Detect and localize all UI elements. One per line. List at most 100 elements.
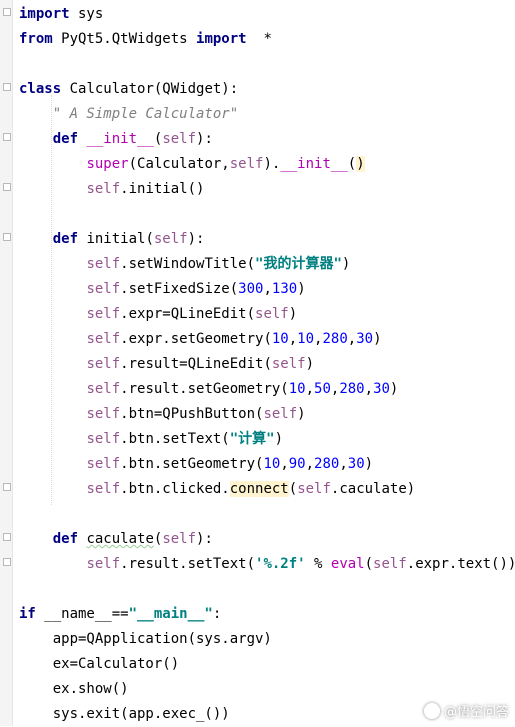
code-line[interactable]: if __name__=="__main__": [19,602,515,627]
code-line[interactable]: from PyQt5.QtWidgets import * [19,27,515,52]
code-token: 30 [356,331,374,347]
code-token: "我的计算器" [255,256,342,272]
code-token: .expr.setGeometry( [120,331,272,347]
code-line[interactable]: self.expr=QLineEdit(self) [19,302,515,327]
code-line[interactable] [19,502,515,527]
code-line[interactable]: self.result=QLineEdit(self) [19,352,515,377]
code-line[interactable]: self.btn=QPushButton(self) [19,402,515,427]
code-token: , [364,381,374,397]
code-token: import [196,31,247,47]
code-token: 30 [347,456,365,472]
code-token: self [373,556,407,572]
code-token: PyQt5.QtWidgets [52,31,197,47]
code-token: 10 [288,381,306,397]
code-token: self [86,556,121,572]
code-line[interactable] [19,577,515,602]
code-line[interactable]: self.result.setGeometry(10,50,280,30) [19,377,515,402]
code-token: "__main__" [128,606,213,622]
code-token: __init__ [86,131,154,147]
code-line[interactable]: self.result.setText('%.2f' % eval(self.e… [19,552,515,577]
code-line[interactable]: super(Calculator,self).__init__() [19,152,515,177]
code-editor[interactable]: import sys from PyQt5.QtWidgets import * c… [19,2,515,727]
code-token: ( [347,156,357,172]
code-token: " A Simple Calculator" [52,106,239,122]
code-line[interactable]: self.setFixedSize(300,130) [19,277,515,302]
code-token: 10 [271,331,289,347]
code-line[interactable]: def caculate(self): [19,527,515,552]
code-token: .setFixedSize( [120,281,239,297]
code-line[interactable]: class Calculator(QWidget): [19,77,515,102]
code-line[interactable]: self.initial() [19,177,515,202]
code-token: , [347,331,357,347]
code-token: self [86,406,121,422]
code-line[interactable]: self.btn.clicked.connect(self.caculate) [19,477,515,502]
watermark: @悟空问答 [423,701,509,720]
code-token: ) [341,256,351,272]
code-token: ) [305,356,315,372]
code-token: ) [356,156,365,172]
code-token: 90 [288,456,306,472]
code-token: self [297,481,331,497]
code-line[interactable]: ex=Calculator() [19,652,515,677]
fold-marker-icon[interactable] [3,558,11,566]
fold-marker-icon[interactable] [3,533,11,541]
fold-marker-icon[interactable] [3,233,11,241]
code-token: def [52,231,79,247]
code-line[interactable]: " A Simple Calculator" [19,102,515,127]
code-line[interactable]: self.btn.setText("计算") [19,427,515,452]
code-token: self [86,256,121,272]
fold-marker-icon[interactable] [3,183,11,191]
code-token: 280 [314,456,340,472]
code-token: class [19,81,62,97]
fold-marker-icon[interactable] [3,83,11,91]
code-token: self [153,231,188,247]
code-token: '%.2f' [255,556,306,572]
code-token: ). [263,156,281,172]
code-token: self [86,356,121,372]
code-line[interactable]: ex.show() [19,677,515,702]
code-token: 10 [263,456,281,472]
code-line[interactable] [19,52,515,77]
code-token: self [162,131,197,147]
code-token: self [86,306,121,322]
code-token: .btn.setGeometry( [120,456,264,472]
code-token: ) [364,456,374,472]
editor-gutter [0,0,13,726]
code-token: self [86,381,121,397]
fold-marker-icon[interactable] [3,8,11,16]
code-token: .btn=QPushButton( [120,406,264,422]
code-token: self [263,406,298,422]
code-line[interactable] [19,202,515,227]
code-token: app=QApplication(sys.argv) [52,631,272,647]
code-token: self [86,281,121,297]
fold-marker-icon[interactable] [3,483,11,491]
code-token: .result=QLineEdit( [120,356,272,372]
code-line[interactable]: def __init__(self): [19,127,515,152]
code-line[interactable]: def initial(self): [19,227,515,252]
code-line[interactable]: self.expr.setGeometry(10,10,280,30) [19,327,515,352]
code-token: 280 [322,331,348,347]
code-token: ex.show() [52,681,129,697]
code-token: .result.setGeometry( [120,381,289,397]
fold-marker-icon[interactable] [3,133,11,141]
code-token: __init__ [280,156,348,172]
code-token: ( [364,556,374,572]
code-line[interactable]: self.setWindowTitle("我的计算器") [19,252,515,277]
code-token: super [86,156,129,172]
code-line[interactable]: self.btn.setGeometry(10,90,280,30) [19,452,515,477]
code-line[interactable]: app=QApplication(sys.argv) [19,627,515,652]
code-line[interactable]: import sys [19,2,515,27]
